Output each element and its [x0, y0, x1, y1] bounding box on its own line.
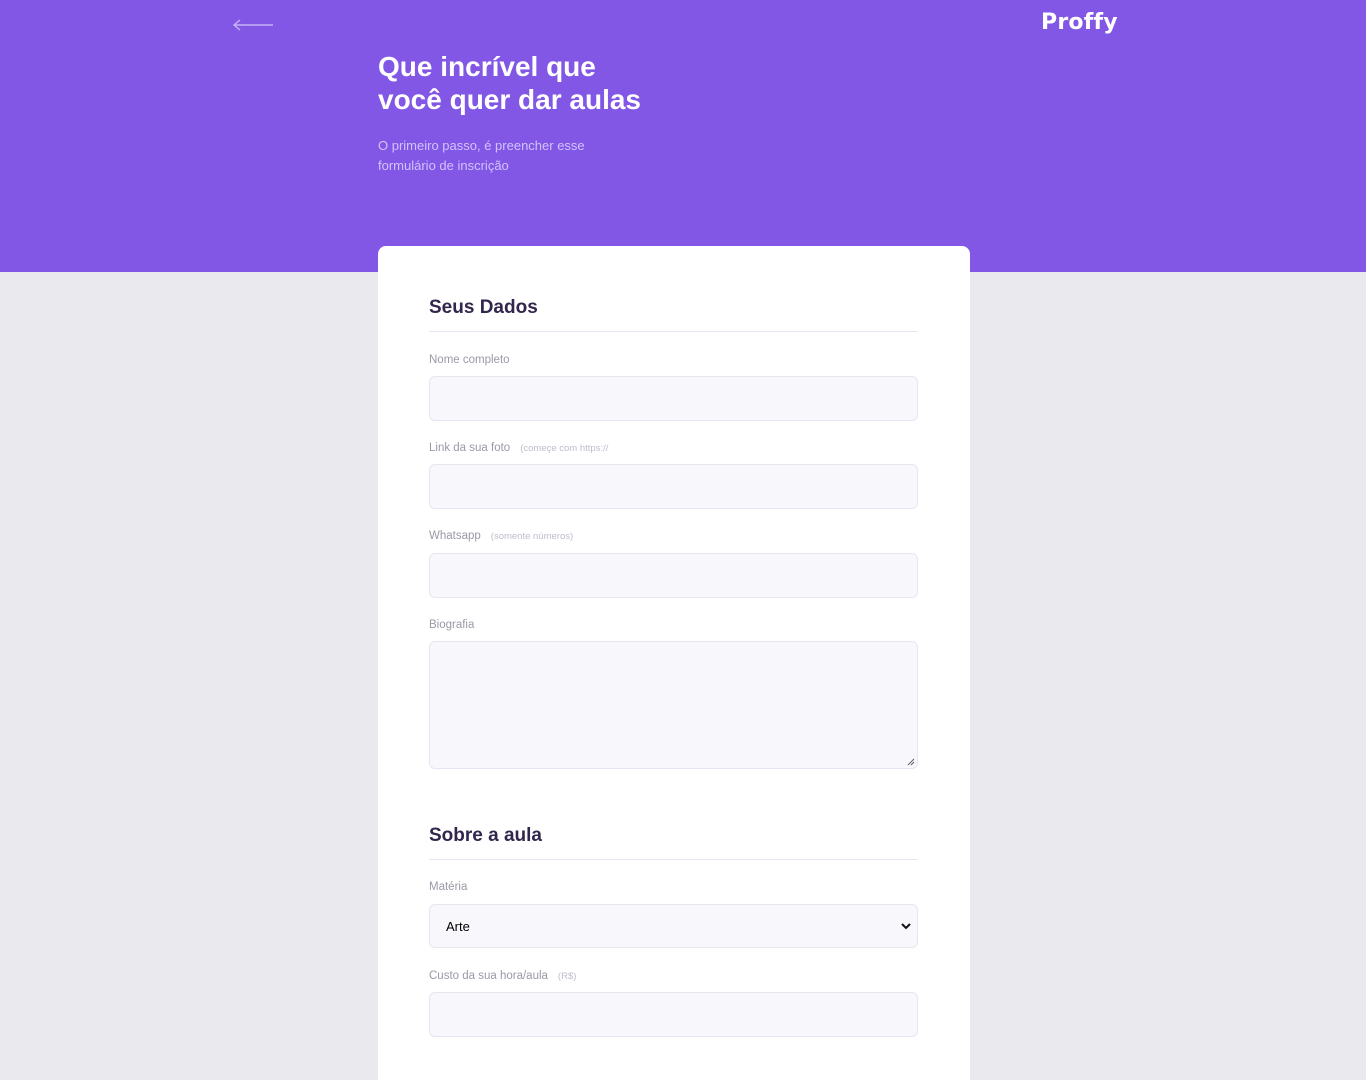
arrow-left-icon	[232, 19, 273, 31]
name-label-text: Nome completo	[429, 354, 510, 366]
name-label: Nome completo	[429, 354, 510, 366]
registration-form: Seus Dados Nome completo Link da sua fot…	[378, 246, 970, 1080]
page-description-line-2: formulário de inscrição	[378, 158, 509, 173]
cost-input[interactable]	[429, 992, 918, 1037]
bio-textarea[interactable]	[429, 641, 918, 769]
page-description-line-1: O primeiro passo, é preencher esse	[378, 138, 585, 153]
page-title-line-2: você quer dar aulas	[378, 84, 642, 115]
page-header: Proffy Que incrível que você quer dar au…	[0, 0, 1366, 272]
page-description: O primeiro passo, é preencher esse formu…	[378, 136, 638, 176]
bio-label: Biografia	[429, 619, 474, 631]
name-input[interactable]	[429, 376, 918, 421]
proffy-logo: Proffy	[1041, 10, 1118, 35]
subject-select[interactable]: Arte	[429, 904, 918, 948]
whatsapp-input[interactable]	[429, 553, 918, 598]
subject-label: Matéria	[429, 881, 467, 893]
page-title-line-1: Que incrível que	[378, 51, 596, 82]
cost-label: Custo da sua hora/aula (R$)	[429, 970, 576, 982]
section-title-personal-data: Seus Dados	[429, 297, 918, 332]
whatsapp-hint: (somente números)	[490, 531, 574, 542]
avatar-url-input[interactable]	[429, 464, 918, 509]
bio-label-text: Biografia	[429, 619, 475, 631]
avatar-hint: (começe com https://	[520, 443, 609, 454]
cost-label-text: Custo da sua hora/aula	[429, 970, 548, 982]
avatar-label: Link da sua foto (começe com https://	[429, 442, 608, 454]
back-button[interactable]	[232, 14, 274, 36]
avatar-label-text: Link da sua foto	[429, 442, 511, 454]
section-title-class-info: Sobre a aula	[429, 825, 918, 860]
page-title: Que incrível que você quer dar aulas	[378, 50, 698, 116]
chevron-down-icon	[901, 923, 911, 930]
whatsapp-label-text: Whatsapp	[429, 530, 481, 542]
subject-label-text: Matéria	[429, 881, 468, 893]
subject-select-value: Arte	[446, 918, 470, 934]
resize-grip-icon[interactable]	[907, 758, 915, 766]
cost-hint: (R$)	[557, 971, 577, 982]
whatsapp-label: Whatsapp (somente números)	[429, 530, 573, 542]
